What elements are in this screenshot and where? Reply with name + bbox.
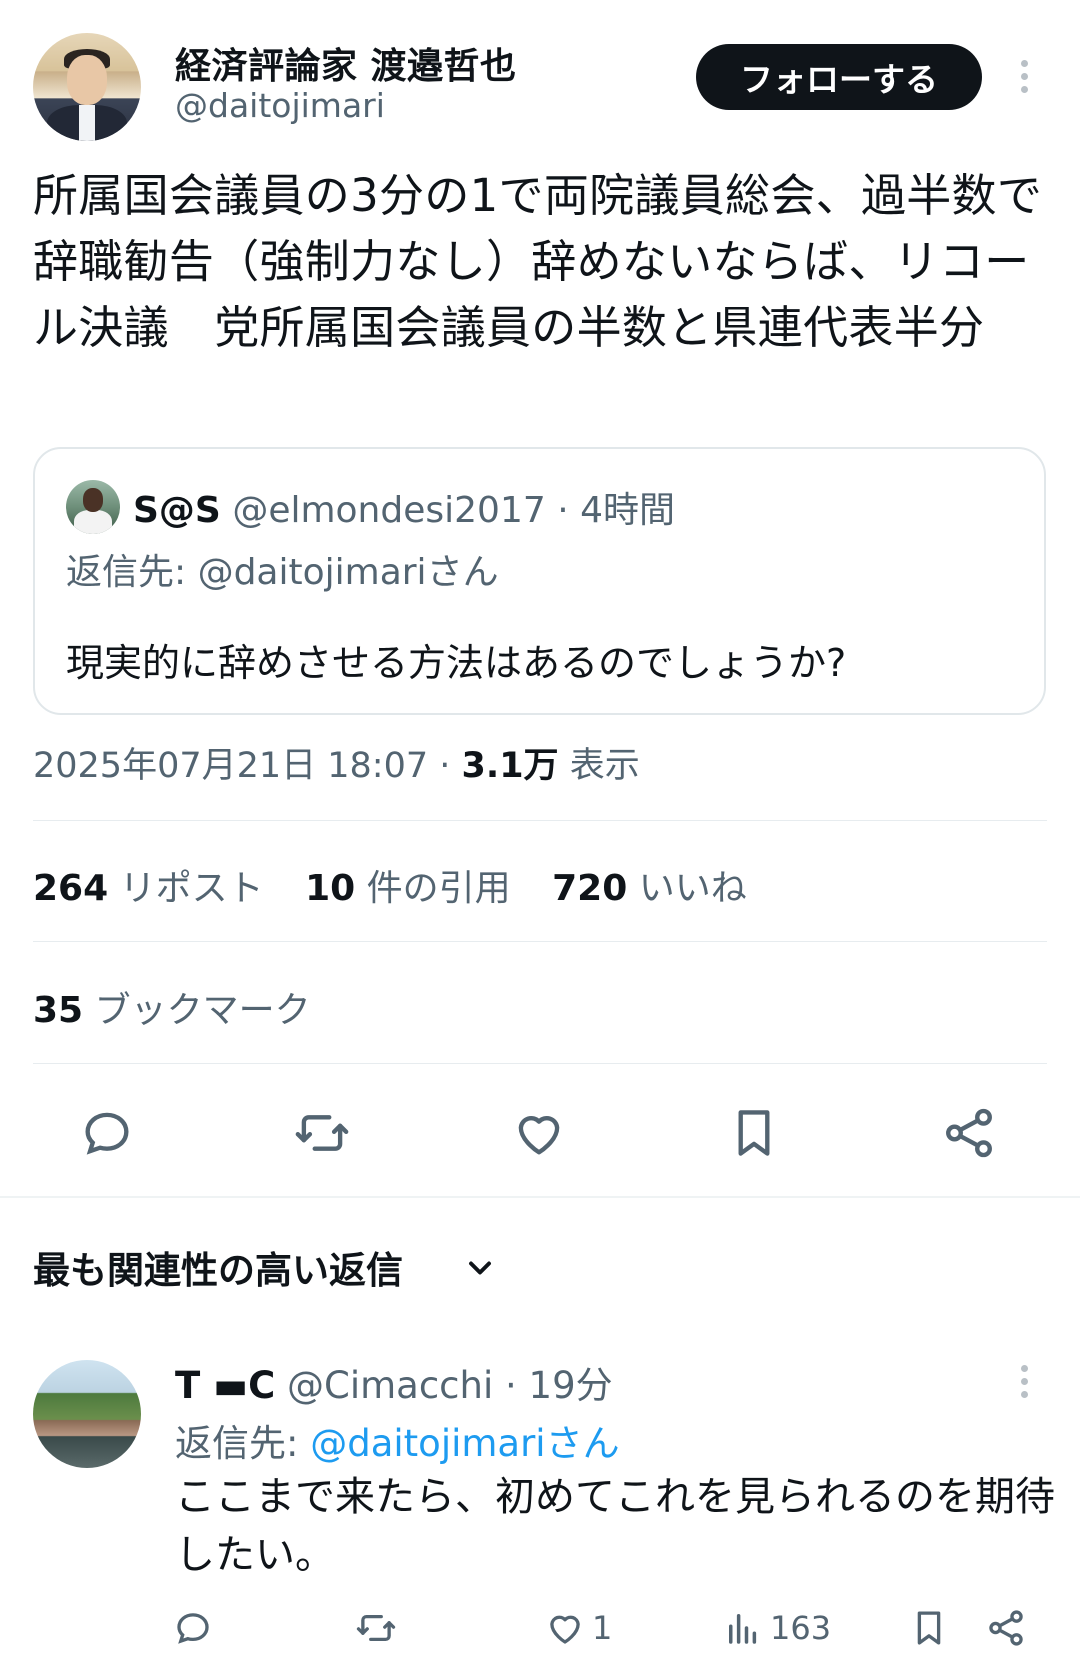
quoted-tweet-text: 現実的に辞めさせる方法はあるのでしょうか? (66, 641, 847, 685)
tweet-timestamp[interactable]: 2025年07月21日 18:07 (33, 746, 428, 786)
reply-time: 19分 (528, 1364, 613, 1407)
bookmark-icon (917, 1611, 941, 1645)
separator-dot: · (505, 1364, 517, 1407)
reply-repost-button[interactable] (355, 1607, 397, 1649)
replies-sort-title[interactable]: 最も関連性の高い返信 (33, 1240, 403, 1294)
repost-icon (356, 1614, 396, 1642)
quoted-reply-to: 返信先: @daitojimariさん (66, 552, 499, 593)
quotes-stat[interactable]: 10 件の引用 (305, 868, 511, 909)
reply-to-line: 返信先: @daitojimariさん (175, 1413, 620, 1467)
reply-more-options-icon[interactable] (1020, 1365, 1028, 1398)
reply-reply-button[interactable] (172, 1607, 214, 1649)
divider (33, 941, 1047, 942)
author-handle[interactable]: @daitojimari (175, 86, 385, 125)
reply-header: T ▬C @Cimacchi · 19分 (175, 1355, 613, 1409)
reply-bookmark-button[interactable] (908, 1607, 950, 1649)
reply-views-count: 163 (770, 1609, 832, 1647)
bookmark-icon[interactable] (725, 1104, 783, 1162)
share-icon[interactable] (940, 1104, 998, 1162)
reply-like-count: 1 (592, 1609, 613, 1647)
reply-share-button[interactable] (985, 1607, 1027, 1649)
quoted-tweet-time: 4時間 (580, 490, 676, 531)
tweet-text: 所属国会議員の3分の1で両院議員総会、過半数で辞職勧告（強制力なし）辞めないなら… (33, 169, 1043, 354)
reply-to-prefix: 返信先: (175, 1422, 311, 1465)
quoted-author-handle[interactable]: @elmondesi2017 (232, 490, 545, 531)
author-avatar[interactable] (33, 33, 141, 141)
reply-views-button[interactable]: 163 (722, 1607, 831, 1649)
engagement-stats: 264 リポスト 10 件の引用 720 いいね (33, 859, 777, 911)
views-count: 3.1万 (461, 746, 559, 786)
separator-dot: · (439, 746, 462, 786)
bookmarks-stat[interactable]: 35 ブックマーク (33, 981, 311, 1033)
reply-author-handle[interactable]: @Cimacchi (287, 1364, 493, 1407)
reply-author-name[interactable]: T ▬C (175, 1364, 275, 1407)
chevron-down-icon[interactable] (462, 1250, 498, 1286)
likes-stat[interactable]: 720 いいね (552, 868, 747, 909)
author-name[interactable]: 経済評論家 渡邉哲也 (175, 37, 517, 89)
reply-author-avatar[interactable] (33, 1360, 141, 1468)
divider (33, 1063, 1047, 1064)
quoted-author-name[interactable]: S@S (133, 490, 221, 531)
quoted-tweet-header: S@S @elmondesi2017 · 4時間 (133, 481, 675, 533)
like-icon (550, 1615, 580, 1644)
repost-icon[interactable] (293, 1104, 351, 1162)
reply-icon (177, 1613, 209, 1644)
quoted-author-avatar[interactable] (66, 480, 120, 534)
views-label: 表示 (569, 746, 640, 786)
follow-button[interactable]: フォローする (696, 44, 982, 110)
like-icon[interactable] (510, 1104, 568, 1162)
reposts-stat[interactable]: 264 リポスト (33, 868, 264, 909)
more-options-icon[interactable] (1020, 60, 1028, 93)
tweet-meta: 2025年07月21日 18:07 · 3.1万 表示 (33, 737, 640, 788)
views-icon (729, 1614, 757, 1644)
share-icon (989, 1610, 1023, 1646)
separator-dot: · (557, 490, 569, 531)
reply-icon[interactable] (78, 1104, 136, 1162)
divider (33, 820, 1047, 821)
section-divider (0, 1196, 1080, 1198)
reply-text: ここまで来たら、初めてこれを見られるのを期待したい。 (175, 1474, 1055, 1578)
reply-to-link[interactable]: @daitojimariさん (310, 1422, 619, 1465)
reply-like-button[interactable]: 1 (544, 1607, 612, 1649)
